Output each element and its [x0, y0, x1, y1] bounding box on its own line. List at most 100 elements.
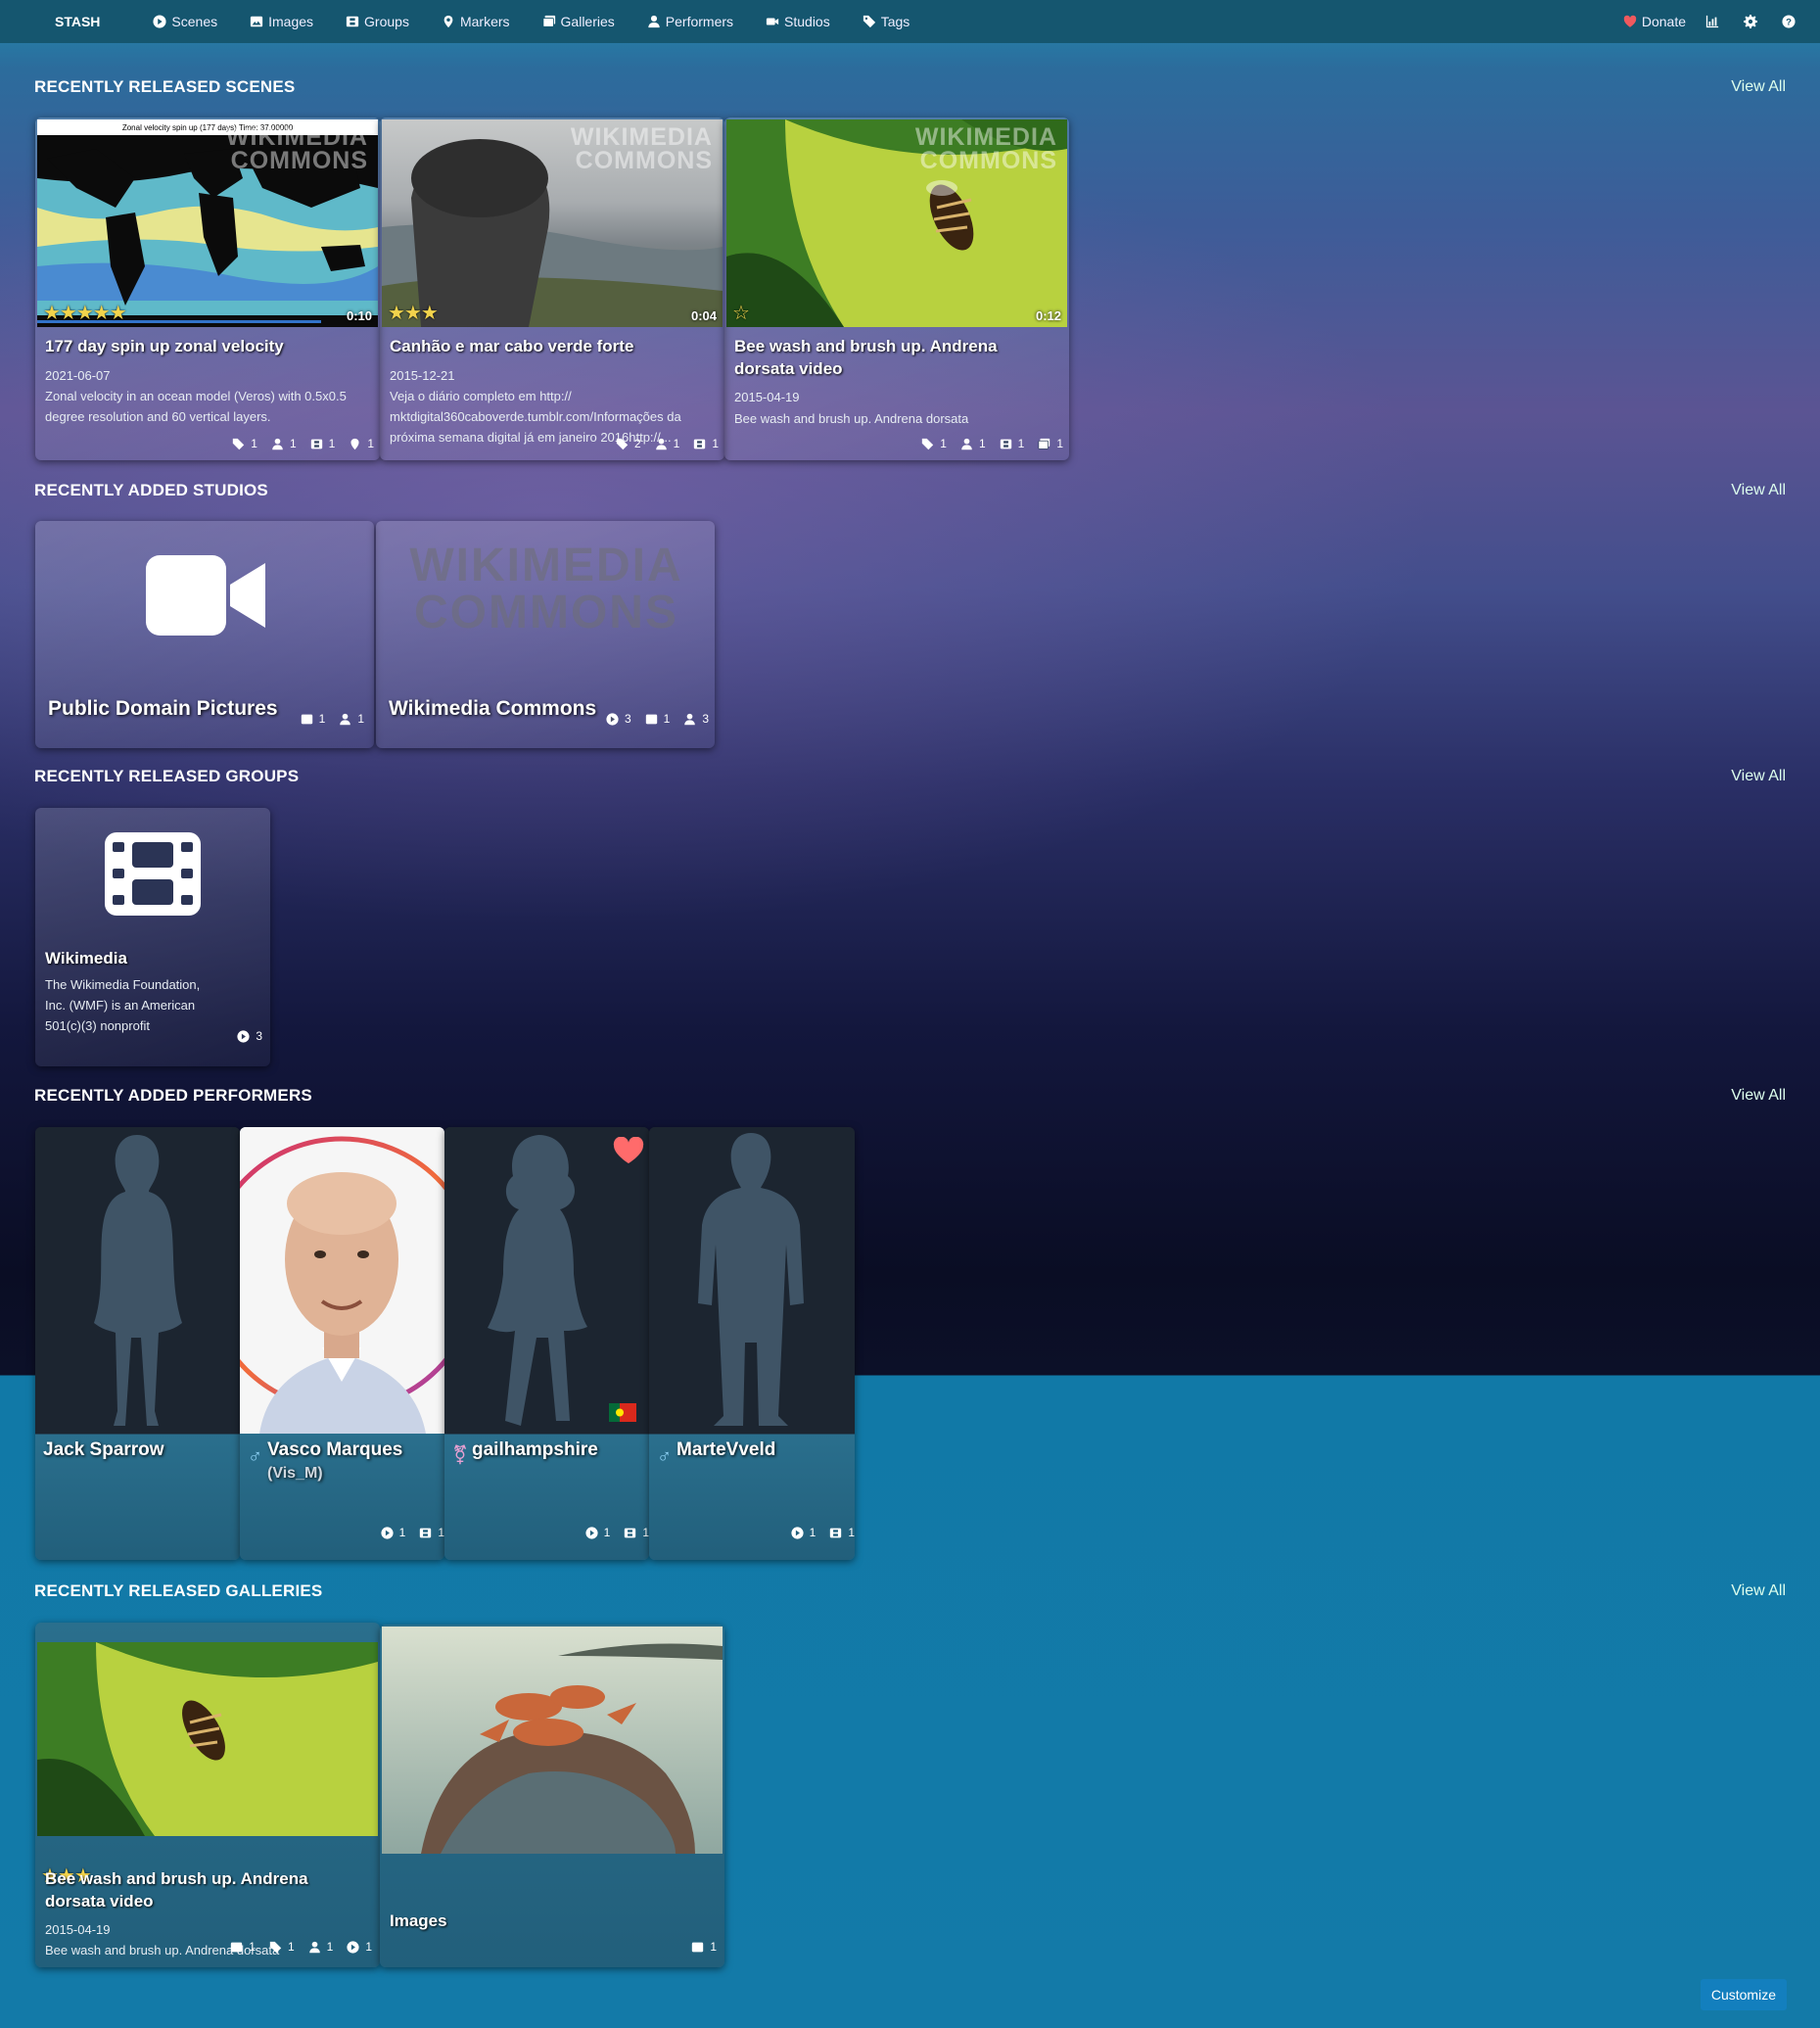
scene-thumbnail[interactable]: Zonal velocity spin up (177 days) Time: …: [37, 119, 378, 327]
group-count[interactable]: 1: [829, 1526, 855, 1539]
scene-card[interactable]: Zonal velocity spin up (177 days) Time: …: [35, 118, 380, 460]
performer-count[interactable]: 1: [960, 437, 986, 450]
tag-count[interactable]: 1: [921, 437, 947, 450]
donate-link[interactable]: Donate: [1623, 14, 1686, 29]
performer-count[interactable]: 1: [655, 437, 679, 450]
performer-name[interactable]: MarteVveld: [677, 1439, 775, 1461]
performer-name[interactable]: Jack Sparrow: [43, 1439, 164, 1461]
group-count[interactable]: 1: [419, 1526, 444, 1539]
film-icon: [105, 832, 201, 916]
images-icon: [541, 15, 555, 27]
performer-card[interactable]: ⚧ gailhampshire 1 1: [444, 1127, 649, 1560]
scene-card[interactable]: WIKIMEDIA COMMONS ☆ 0:12 Bee wash and br…: [724, 118, 1069, 460]
scene-card[interactable]: WIKIMEDIA COMMONS ★★★ 0:04 Canhão e mar …: [380, 118, 724, 460]
view-all-galleries[interactable]: View All: [1731, 1582, 1786, 1600]
nav-groups[interactable]: Groups: [346, 14, 409, 29]
tag-icon: [863, 15, 875, 28]
group-count[interactable]: 1: [693, 437, 719, 450]
male-silhouette-icon: [698, 1133, 804, 1426]
gallery-thumbnail[interactable]: [382, 1627, 723, 1854]
view-all-groups[interactable]: View All: [1731, 768, 1786, 785]
gallery-count[interactable]: 1: [1038, 437, 1063, 450]
help-button[interactable]: ?: [1782, 15, 1800, 28]
performer-card[interactable]: Jack Sparrow: [35, 1127, 240, 1560]
scene-count[interactable]: 3: [606, 712, 631, 726]
studio-card[interactable]: Public Domain Pictures 1 1: [35, 521, 374, 748]
tag-icon: [616, 438, 629, 449]
image-count[interactable]: 1: [691, 1940, 717, 1954]
nav-studios[interactable]: Studios: [766, 14, 830, 29]
nav-tags[interactable]: Tags: [863, 14, 910, 29]
section-title-groups: Recently Released Groups: [34, 767, 300, 785]
portugal-flag-icon: [609, 1403, 636, 1422]
studio-card[interactable]: WIKIMEDIA COMMONS Wikimedia Commons 3 1 …: [376, 521, 715, 748]
performer-image[interactable]: [649, 1127, 854, 1434]
stats-button[interactable]: [1705, 15, 1724, 28]
scene-title[interactable]: Canhão e mar cabo verde forte: [390, 335, 715, 357]
scene-title[interactable]: 177 day spin up zonal velocity: [45, 335, 370, 357]
nav-performers[interactable]: Performers: [647, 14, 733, 29]
gallery-title[interactable]: Images: [390, 1910, 715, 1932]
rating-stars[interactable]: ★★★: [388, 301, 439, 325]
view-all-scenes[interactable]: View All: [1731, 78, 1786, 96]
image-count[interactable]: 1: [301, 712, 325, 726]
scene-title[interactable]: Bee wash and brush up. Andrena dorsata v…: [734, 335, 1059, 380]
marker-count[interactable]: 1: [349, 437, 374, 450]
rating-stars[interactable]: ★★★★★: [43, 301, 127, 325]
group-description: The Wikimedia Foundation, Inc. (WMF) is …: [45, 977, 201, 1033]
brand-logo[interactable]: STASH: [55, 14, 100, 29]
scene-count[interactable]: 1: [347, 1940, 372, 1954]
nav-galleries[interactable]: Galleries: [541, 14, 615, 29]
customize-button[interactable]: Customize: [1700, 1979, 1787, 2010]
performer-card[interactable]: ♂ MarteVveld 1 1: [649, 1127, 855, 1560]
popovers: 1 1: [777, 1526, 855, 1539]
view-all-studios[interactable]: View All: [1731, 482, 1786, 499]
gallery-thumbnail[interactable]: [37, 1642, 378, 1836]
scene-count[interactable]: 1: [791, 1526, 816, 1539]
image-count[interactable]: 1: [645, 712, 670, 726]
performer-count[interactable]: 1: [271, 437, 297, 450]
gallery-card[interactable]: Images 1: [380, 1625, 724, 1967]
male-icon: ♂: [248, 1446, 262, 1468]
tag-count[interactable]: 1: [269, 1940, 295, 1954]
nav-markers[interactable]: Markers: [442, 14, 510, 29]
group-count[interactable]: 1: [310, 437, 335, 450]
nav-images[interactable]: Images: [250, 14, 313, 29]
film-icon: [694, 439, 706, 448]
performer-image[interactable]: [240, 1127, 444, 1434]
scene-thumbnail[interactable]: WIKIMEDIA COMMONS ☆ 0:12: [726, 119, 1067, 327]
performer-count[interactable]: 1: [308, 1940, 333, 1954]
user-icon: [684, 713, 696, 725]
favorite-heart-icon[interactable]: [613, 1137, 644, 1164]
performer-name[interactable]: Vasco Marques: [267, 1439, 402, 1461]
image-count[interactable]: 1: [230, 1940, 256, 1954]
view-all-performers[interactable]: View All: [1731, 1087, 1786, 1105]
nav-scenes[interactable]: Scenes: [153, 14, 217, 29]
studio-name[interactable]: Public Domain Pictures: [48, 697, 278, 721]
gallery-card[interactable]: ★★★ Bee wash and brush up. Andrena dorsa…: [35, 1623, 380, 1967]
performer-card[interactable]: ♂ Vasco Marques (Vis_M) 1 1: [240, 1127, 444, 1560]
popovers: 1: [677, 1940, 717, 1954]
play-circle-icon: [606, 712, 619, 726]
settings-button[interactable]: [1744, 15, 1762, 28]
performer-image[interactable]: [35, 1127, 240, 1434]
tag-count[interactable]: 2: [616, 437, 641, 450]
rating-stars[interactable]: ☆: [732, 301, 750, 325]
performer-count[interactable]: 3: [683, 712, 709, 726]
studio-name[interactable]: Wikimedia Commons: [389, 697, 596, 721]
group-card[interactable]: Wikimedia The Wikimedia Foundation, Inc.…: [35, 808, 270, 1066]
performer-count[interactable]: 1: [339, 712, 364, 726]
group-name[interactable]: Wikimedia: [45, 947, 260, 969]
bee-gallery-thumbnail: [37, 1642, 378, 1836]
image-icon: [251, 16, 263, 27]
performer-image[interactable]: [444, 1127, 649, 1434]
group-count[interactable]: 1: [624, 1526, 649, 1539]
tag-count[interactable]: 1: [232, 437, 257, 450]
scene-count[interactable]: 1: [381, 1526, 405, 1539]
scene-thumbnail[interactable]: WIKIMEDIA COMMONS ★★★ 0:04: [382, 119, 723, 327]
gallery-title[interactable]: Bee wash and brush up. Andrena dorsata v…: [45, 1867, 370, 1912]
performer-name[interactable]: gailhampshire: [472, 1439, 598, 1461]
scene-count[interactable]: 3: [237, 1029, 262, 1043]
group-count[interactable]: 1: [1000, 437, 1024, 450]
scene-count[interactable]: 1: [585, 1526, 610, 1539]
